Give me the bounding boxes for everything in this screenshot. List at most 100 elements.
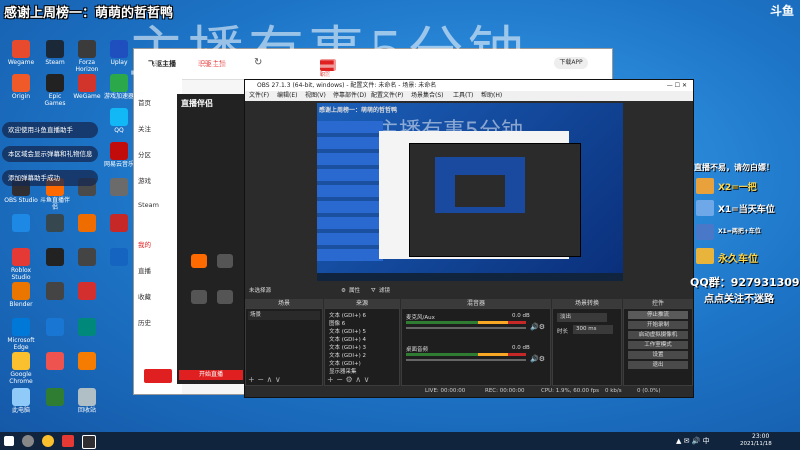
clock-date[interactable]: 2021/11/18 [740, 441, 772, 447]
desktop-icon[interactable] [38, 214, 72, 233]
desktop-icon[interactable] [38, 282, 72, 301]
live-assistant-icon[interactable] [191, 254, 207, 268]
desktop-icon[interactable]: 此电脑 [4, 388, 38, 414]
menu-profile[interactable]: 配置文件(P) [371, 91, 403, 101]
sidebar-item[interactable]: 关注 [138, 123, 151, 133]
sidebar-item[interactable]: 历史 [138, 317, 151, 327]
search-icon[interactable] [22, 435, 34, 447]
preview-nested-2 [455, 175, 505, 207]
chrome-icon[interactable] [42, 435, 54, 447]
speaker-icon[interactable]: 🔊⚙ [530, 355, 545, 363]
download-app-button[interactable]: 下载APP [554, 57, 588, 69]
desktop-icon[interactable] [38, 352, 72, 371]
danmaku-notification: 本区域会显示弹幕和礼物信息 [2, 146, 98, 162]
desktop-icon[interactable] [38, 248, 72, 267]
desktop-icon[interactable] [102, 178, 136, 197]
user-icon[interactable] [217, 254, 233, 268]
start-icon[interactable] [4, 436, 14, 446]
virtual-camera-button[interactable]: 启动虚拟摄像机 [628, 331, 688, 339]
desktop-icon[interactable]: Origin [4, 74, 38, 100]
desktop-icon[interactable] [38, 388, 72, 407]
filters-button[interactable]: 滤镜 [379, 286, 390, 296]
settings-button[interactable]: 设置 [628, 351, 688, 359]
source-item[interactable]: 文本 (GDI+) 3 [329, 343, 366, 351]
exit-button[interactable]: 退出 [628, 361, 688, 369]
qq-group: QQ群：927931309 [690, 276, 800, 289]
desktop-icon[interactable]: Blender [4, 282, 38, 308]
scene-item[interactable]: 场景 [248, 311, 320, 320]
tray-icons[interactable]: ▲ ✉ 🔊 中 [676, 436, 710, 446]
desktop-icon[interactable] [70, 352, 104, 371]
desktop-volume-slider[interactable] [406, 359, 526, 361]
sidebar-item[interactable]: Steam [138, 201, 159, 209]
desktop-icon[interactable]: QQ [102, 108, 136, 134]
speaker-icon[interactable]: 🔊⚙ [530, 323, 545, 331]
window-controls[interactable]: — ☐ ✕ [667, 80, 687, 91]
desktop-icon[interactable]: Forza Horizon [70, 40, 104, 73]
duration-input[interactable]: 300 ms [573, 325, 613, 334]
desktop-icon[interactable] [70, 214, 104, 233]
sidebar-item[interactable]: 首页 [138, 97, 151, 107]
gear-icon[interactable]: ⚙ [341, 286, 346, 296]
sidebar-item[interactable]: 直播 [138, 265, 151, 275]
desktop-icon[interactable]: Roblox Studio [4, 248, 38, 281]
rec-timer: REC: 00:00:00 [485, 388, 525, 394]
filter-icon[interactable]: ⛛ [371, 286, 376, 296]
desktop-icon[interactable] [102, 214, 136, 233]
preview-right-overlay [567, 163, 617, 253]
desktop-icon[interactable]: Steam [38, 40, 72, 66]
tool-icon[interactable] [191, 290, 207, 304]
menu-file[interactable]: 文件(F) [249, 91, 269, 101]
mic-volume-slider[interactable] [406, 327, 526, 329]
desktop-icon[interactable] [70, 248, 104, 267]
menu-scene-collection[interactable]: 场景集合(S) [411, 91, 444, 101]
sidebar-item[interactable]: 我的 [138, 239, 151, 249]
start-live-button[interactable]: 开始直播 [179, 370, 243, 380]
menu-help[interactable]: 帮助(H) [481, 91, 502, 101]
desktop-icon[interactable] [38, 318, 72, 337]
menu-edit[interactable]: 编辑(E) [277, 91, 297, 101]
desktop-icon[interactable]: Google Chrome [4, 352, 38, 385]
desktop-icon[interactable] [4, 214, 38, 233]
source-item[interactable]: 文本 (GDI+) 2 [329, 351, 366, 359]
live-timer: LIVE: 00:00:00 [425, 388, 466, 394]
sidebar-item[interactable]: 游戏 [138, 175, 151, 185]
app-icon [12, 214, 30, 232]
source-item[interactable]: 文本 (GDI+) [329, 359, 361, 367]
taskbar: 23:00 2021/11/18 ▲ ✉ 🔊 中 [0, 432, 800, 450]
sidebar-item[interactable]: 分区 [138, 149, 151, 159]
sidebar-red-button[interactable] [144, 369, 172, 383]
properties-button[interactable]: 属性 [349, 286, 360, 296]
desktop-icon[interactable] [70, 318, 104, 337]
desktop-icon[interactable]: WeGame [70, 74, 104, 100]
desktop-icon[interactable]: 网易云音乐 [102, 142, 136, 168]
obs-preview[interactable]: 主播有事5分钟 感谢上周榜一：萌萌的哲哲鸭 [317, 103, 623, 281]
menu-view[interactable]: 视图(V) [305, 91, 326, 101]
source-item[interactable]: 文本 (GDI+) 4 [329, 335, 366, 343]
clock-time[interactable]: 23:00 [752, 433, 769, 440]
source-item[interactable]: 图像 6 [329, 319, 345, 327]
obs-icon[interactable] [82, 435, 96, 449]
source-item[interactable]: 文本 (GDI+) 6 [329, 311, 366, 319]
menu-docks[interactable]: 停靠部件(D) [333, 91, 366, 101]
sidebar-item[interactable]: 收藏 [138, 291, 151, 301]
source-item[interactable]: 文本 (GDI+) 5 [329, 327, 366, 335]
transition-select[interactable]: 淡出 [557, 313, 607, 322]
source-item[interactable]: 显示器采集 [329, 367, 357, 375]
desktop-icon[interactable] [102, 248, 136, 267]
scene-add-icon[interactable]: + − ∧ ∨ [248, 375, 281, 384]
desktop-icon[interactable]: 回收站 [70, 388, 104, 414]
desktop-icon[interactable] [70, 282, 104, 301]
desktop-icon[interactable]: Epic Games [38, 74, 72, 107]
source-add-icon[interactable]: + − ⚙ ∧ ∨ [327, 375, 369, 384]
app-icon[interactable] [62, 435, 74, 447]
studio-mode-button[interactable]: 工作室模式 [628, 341, 688, 349]
tier-4: 永久车位 [718, 254, 758, 265]
desktop-icon[interactable]: Microsoft Edge [4, 318, 38, 351]
desktop-icon[interactable]: Wegame [4, 40, 38, 66]
stop-streaming-button[interactable]: 停止推流 [628, 311, 688, 319]
start-recording-button[interactable]: 开始录制 [628, 321, 688, 329]
scenes-dock-title: 场景 [245, 299, 323, 308]
tool-icon[interactable] [217, 290, 233, 304]
menu-tools[interactable]: 工具(T) [453, 91, 473, 101]
